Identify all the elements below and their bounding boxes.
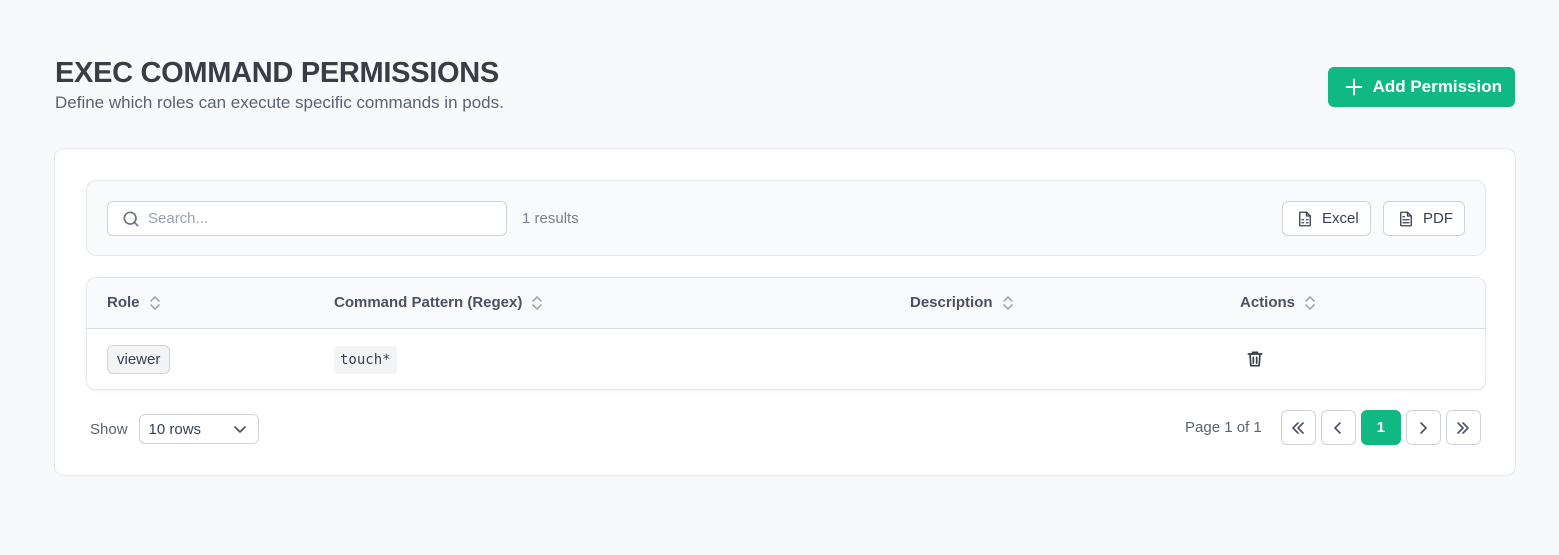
column-header-role[interactable]: Role [107,294,162,311]
add-permission-label: Add Permission [1372,77,1502,96]
column-header-command[interactable]: Command Pattern (Regex) [334,294,544,311]
rows-select-value: 10 rows [148,420,202,438]
chevron-right-icon [1415,420,1431,436]
search-icon [108,209,141,229]
document-icon [1397,210,1415,228]
previous-page-button[interactable] [1320,410,1356,445]
chevrons-left-icon [1290,420,1306,436]
pagination: Page 1 of 1 1 [1185,410,1481,445]
search-box[interactable] [107,201,507,236]
page-subtitle: Define which roles can execute specific … [55,93,504,112]
role-badge: viewer [107,345,171,374]
show-label: Show [90,420,128,438]
search-input[interactable] [148,210,478,227]
table-header: Role Command Pattern (Regex) Description… [87,278,1485,329]
sort-icon [530,295,544,311]
page-1-button[interactable]: 1 [1360,410,1401,445]
last-page-button[interactable] [1445,410,1481,445]
permissions-card: 1 results Excel PDF Role Command Pattern… [54,148,1516,476]
command-pattern: touch* [334,346,397,374]
pdf-label: PDF [1423,210,1453,227]
excel-label: Excel [1322,210,1359,227]
chevrons-right-icon [1455,420,1471,436]
first-page-button[interactable] [1280,410,1316,445]
page-header: EXEC COMMAND PERMISSIONS Define which ro… [55,56,1515,116]
chevron-down-icon [232,421,248,437]
plus-icon [1343,76,1365,98]
permissions-table: Role Command Pattern (Regex) Description… [86,277,1486,390]
sort-icon [148,295,162,311]
column-header-description[interactable]: Description [910,294,1015,311]
page-info: Page 1 of 1 [1185,419,1262,436]
table-toolbar: 1 results Excel PDF [86,180,1486,256]
export-excel-button[interactable]: Excel [1282,201,1371,236]
table-row: viewer touch* [87,329,1485,389]
next-page-button[interactable] [1405,410,1441,445]
rows-per-page: Show 10 rows [90,414,259,444]
sort-icon [1303,295,1317,311]
results-count: 1 results [522,210,579,227]
column-header-actions[interactable]: Actions [1240,294,1317,311]
page-title: EXEC COMMAND PERMISSIONS [55,57,499,89]
chevron-left-icon [1330,420,1346,436]
delete-button[interactable] [1245,348,1267,370]
trash-icon [1245,349,1267,369]
rows-per-page-select[interactable]: 10 rows [138,414,259,444]
sort-icon [1001,295,1015,311]
export-pdf-button[interactable]: PDF [1383,201,1465,236]
spreadsheet-icon [1296,210,1314,228]
add-permission-button[interactable]: Add Permission [1327,67,1515,107]
